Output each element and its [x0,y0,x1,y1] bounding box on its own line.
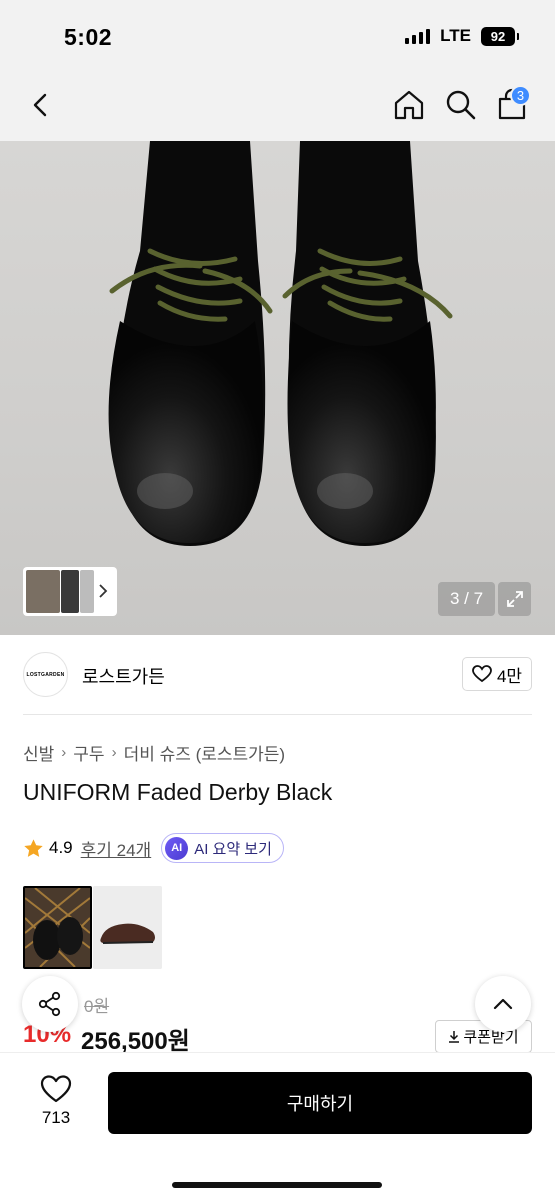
home-indicator [172,1182,382,1188]
chevron-right-icon: › [111,744,117,761]
network-label: LTE [440,26,471,45]
expand-icon [506,591,523,607]
product-title: UNIFORM Faded Derby Black [23,779,333,805]
top-nav [0,72,555,141]
brand-logo-text: LOSTGARDEN [26,671,65,678]
home-icon[interactable] [392,88,426,122]
product-image[interactable] [0,141,555,635]
breadcrumb-item[interactable]: 구두 [73,740,104,765]
share-button[interactable] [22,976,78,1032]
buy-button[interactable]: 구매하기 [108,1072,532,1134]
divider [23,714,532,715]
search-icon[interactable] [444,88,478,122]
original-price: 0원 [84,997,110,1016]
chevron-right-icon: › [61,744,67,761]
chevron-up-icon [493,998,513,1010]
share-icon [38,991,61,1017]
heart-icon[interactable] [40,1074,72,1104]
product-photo-shoes [108,141,453,546]
ai-icon: AI [165,836,189,860]
option-thumbnail [93,886,162,969]
brand-name[interactable]: 로스트가든 [82,663,165,689]
color-option[interactable] [93,886,162,969]
brand-logo[interactable]: LOSTGARDEN [23,652,68,697]
brand-like-button[interactable]: 4만 [462,657,532,691]
signal-icon [405,28,431,44]
sale-price: 256,500원 [81,1028,190,1055]
thumbnail-image[interactable] [61,570,79,613]
thumbnail-image[interactable] [26,570,60,613]
thumbnail-image[interactable] [80,570,94,613]
option-thumbnail [25,888,90,967]
breadcrumb: 신발 › 구두 › 더비 슈즈 (로스트가든) [23,740,285,765]
status-time: 5:02 [64,24,113,50]
reviews-link[interactable]: 후기 24개 [81,836,152,861]
back-arrow-icon[interactable] [26,90,56,120]
battery-icon: 92 [481,26,519,46]
rating-row: 4.9 후기 24개 AI AI 요약 보기 [23,832,284,864]
cart-count-badge: 3 [510,85,531,106]
color-option-selected[interactable] [23,886,92,969]
wish-count: 713 [41,1108,71,1127]
fullscreen-button[interactable] [498,582,531,616]
ai-summary-button[interactable]: AI AI 요약 보기 [161,833,284,863]
breadcrumb-item[interactable]: 신발 [23,740,54,765]
brand-like-count: 4만 [496,666,523,686]
chevron-right-icon [99,584,108,598]
ai-summary-label: AI 요약 보기 [194,840,272,858]
scroll-to-top-button[interactable] [475,976,531,1032]
rating-value: 4.9 [49,838,73,857]
status-indicators: LTE 92 [405,26,519,46]
battery-level: 92 [490,28,506,44]
image-counter: 3 / 7 [438,582,495,616]
status-bar: 5:02 LTE 92 [0,0,555,72]
download-icon [449,1031,460,1043]
breadcrumb-item[interactable]: 더비 슈즈 (로스트가든) [124,740,286,765]
image-thumbnail-strip[interactable] [23,567,117,616]
heart-icon [472,665,492,683]
star-icon [24,838,43,857]
